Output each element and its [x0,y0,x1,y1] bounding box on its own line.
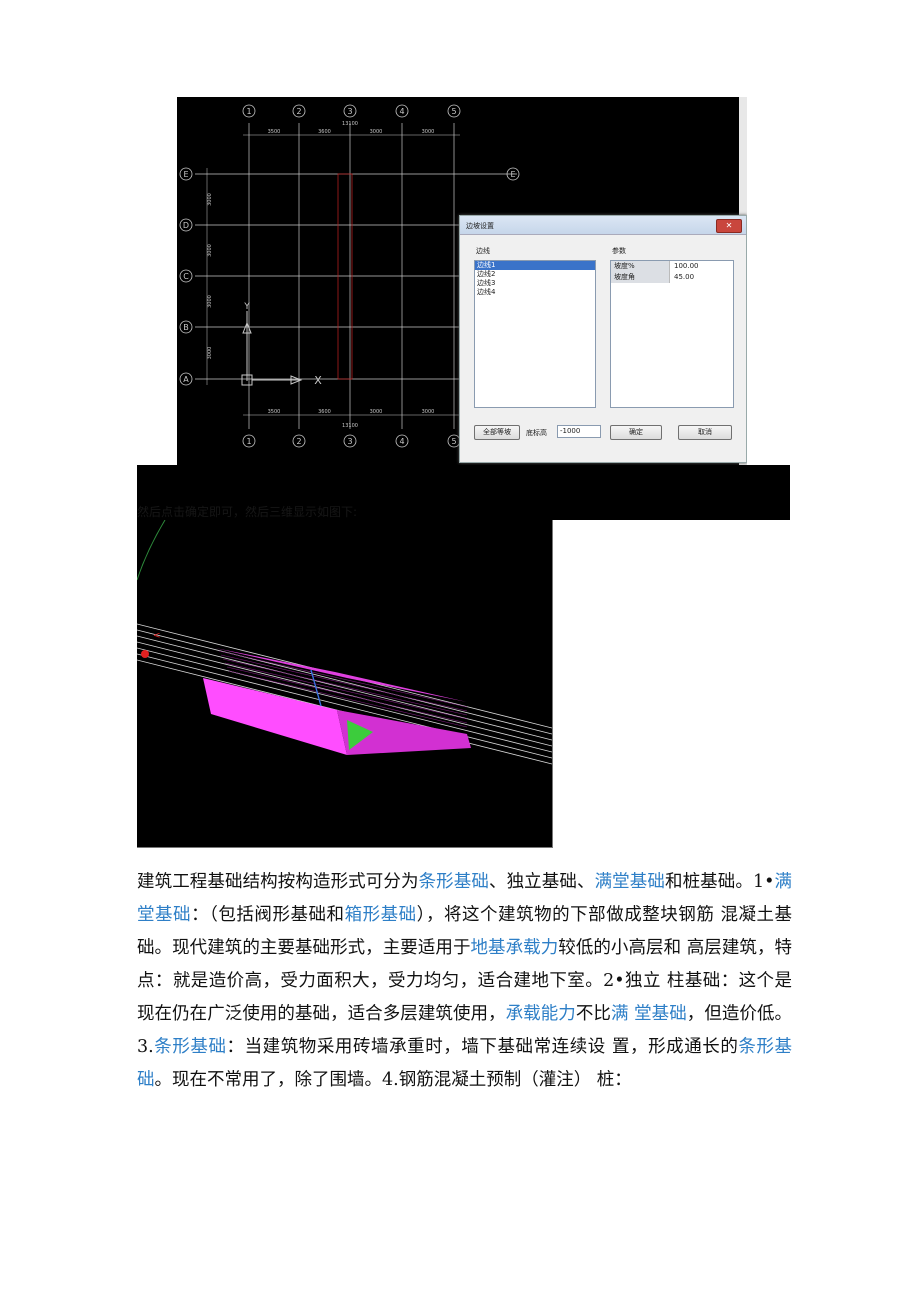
total-dim-top: 13100 [342,121,358,127]
3d-view-screenshot: < [137,520,553,848]
caption-text: 然后点击确定即可，然后三维显示如图下: [137,505,358,519]
param-value[interactable]: 45.00 [670,272,694,283]
foundation-types-paragraph: 建筑工程基础结构按构造形式可分为条形基础、独立基础、满堂基础和桩基础。1•满堂基… [137,866,792,1097]
dim-text-left: 3000 [207,347,213,360]
term-link[interactable]: 条形基础 [419,872,489,892]
paragraph-text: 。现在不常用了，除了围墙。4.钢筋混凝土预制（灌注） 桩： [154,1070,632,1090]
edge-list-item[interactable]: 边线3 [475,279,595,288]
params-label: 参数 [612,247,626,255]
param-grid[interactable]: 坡度% 100.00 坡度角 45.00 [610,260,734,408]
axis-bubble-left: C [183,272,189,281]
paragraph-text: 、独立基础、 [488,872,595,892]
close-button[interactable]: ✕ [716,219,742,233]
paragraph-text: ：（包括阀形基础和 [191,905,345,925]
axis-bubble-left: B [183,323,189,332]
param-row[interactable]: 坡度% 100.00 [611,261,733,272]
dim-text-top: 3600 [318,129,331,135]
dim-text-bottom: 3600 [318,409,331,415]
term-link[interactable]: 地基承载力 [471,938,559,958]
edge-list-item[interactable]: 边线2 [475,270,595,279]
dim-text-top: 3000 [370,129,383,135]
dim-text-left: 3000 [207,295,213,308]
base-elevation-label: 底标高 [526,429,547,437]
ucs-y-label: Y [243,302,250,312]
axis-bubble-bottom: 3 [347,437,352,446]
dim-text-bottom: 3000 [422,409,435,415]
edge-list[interactable]: 边线1 边线2 边线3 边线4 [474,260,596,408]
dim-text-top: 3000 [422,129,435,135]
dim-text-bottom: 3500 [268,409,281,415]
axis-bubble-left: A [183,375,189,384]
axis-bubble-top: 4 [399,107,404,116]
axis-bubble-bottom: 5 [451,437,456,446]
cancel-button[interactable]: 取消 [678,425,732,440]
base-elevation-input[interactable]: -1000 [557,425,601,438]
edge-list-item[interactable]: 边线1 [475,261,595,270]
dim-text-top: 3500 [268,129,281,135]
term-link[interactable]: 满 堂基础 [611,1004,687,1024]
axis-bubble-top: 3 [347,107,352,116]
paragraph-text: 和桩基础。1• [664,872,775,892]
ok-button[interactable]: 确定 [610,425,662,440]
3d-foundation-drawing: < [137,520,552,765]
param-key: 坡度% [611,261,670,272]
all-equal-slope-button[interactable]: 全部等坡 [474,425,520,440]
edge-list-item[interactable]: 边线4 [475,288,595,297]
term-link[interactable]: 满堂基础 [595,872,665,892]
axis-bubble-bottom: 4 [399,437,404,446]
total-dim-bottom: 13100 [342,423,358,429]
edges-label: 边线 [476,247,490,255]
paragraph-text: 不比 [575,1004,611,1024]
axis-bubble-left: D [183,221,189,230]
paragraph-text: ：当建筑物采用砖墙承重时，墙下基础常连续设 置，形成通长的 [226,1037,739,1057]
param-key: 坡度角 [611,272,670,283]
dim-text-left: 3000 [207,193,213,206]
paragraph-text: 建筑工程基础结构按构造形式可分为 [137,872,419,892]
param-value[interactable]: 100.00 [670,261,699,272]
axis-bubble-top: 2 [296,107,301,116]
cad-plan-screenshot: 1 2 3 4 5 1 2 3 4 5 E D C B A E 3500 3600 3000 3000 3500 3600… [177,97,747,465]
dialog-title: 边坡设置 [466,222,494,230]
dim-text-left: 3000 [207,244,213,257]
dialog-titlebar: 边坡设置 ✕ [460,216,746,235]
svg-text:<: < [153,631,161,641]
axis-bubble-left: E [183,170,188,179]
axis-bubble-right: E [510,170,515,179]
slope-settings-dialog: 边坡设置 ✕ 边线 参数 边线1 边线2 边线3 边线4 坡度% 100.00 坡度角 45… [459,215,747,463]
axis-bubble-top: 1 [246,107,251,116]
dim-text-bottom: 3000 [370,409,383,415]
term-link[interactable]: 箱形基础 [345,905,417,925]
param-row[interactable]: 坡度角 45.00 [611,272,733,283]
axis-bubble-bottom: 2 [296,437,301,446]
caption-band: 然后点击确定即可，然后三维显示如图下: [137,465,790,520]
term-link[interactable]: 条形基础 [154,1037,227,1057]
axis-bubble-bottom: 1 [246,437,251,446]
term-link[interactable]: 承载能力 [506,1004,576,1024]
axis-bubble-top: 5 [451,107,456,116]
ucs-x-label: X [314,374,322,387]
